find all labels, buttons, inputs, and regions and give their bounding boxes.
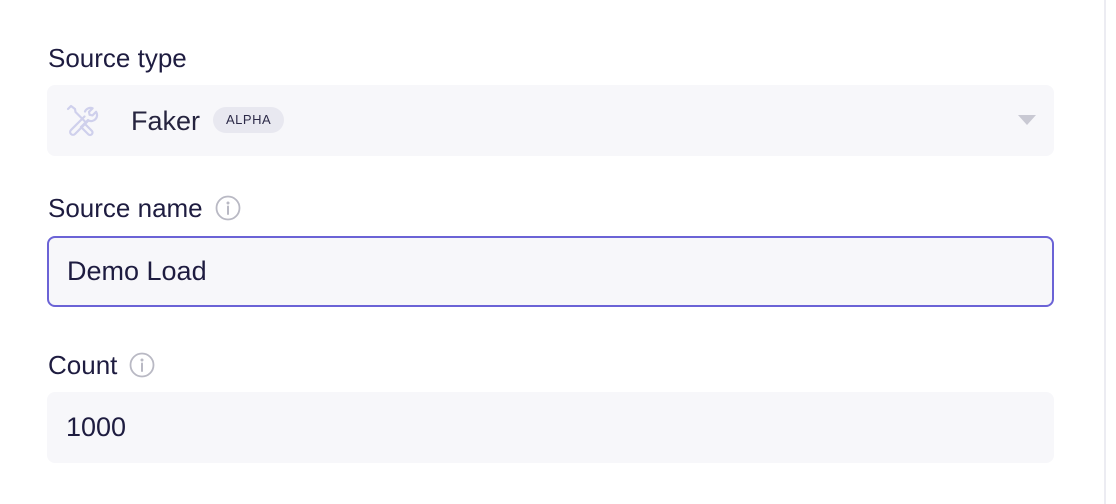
panel-divider <box>1104 0 1106 504</box>
count-label-text: Count <box>48 350 118 380</box>
source-name-input[interactable] <box>67 238 1027 305</box>
info-icon[interactable] <box>215 195 241 221</box>
count-label: Count <box>48 350 155 380</box>
chevron-down-icon[interactable] <box>1018 115 1036 125</box>
count-input[interactable] <box>66 392 1026 463</box>
source-type-value: Faker <box>131 106 201 136</box>
source-type-label-text: Source type <box>48 43 187 73</box>
source-name-label-text: Source name <box>48 193 203 223</box>
source-type-select[interactable]: Faker ALPHA <box>47 85 1054 156</box>
source-name-field[interactable] <box>47 236 1054 307</box>
count-field[interactable] <box>47 392 1054 463</box>
source-type-label: Source type <box>48 43 187 73</box>
info-icon[interactable] <box>129 352 155 378</box>
alpha-badge: ALPHA <box>213 107 285 133</box>
source-name-label: Source name <box>48 193 241 223</box>
tools-icon <box>64 103 100 139</box>
source-form: Source type Faker ALPHA Source name Demo… <box>0 0 1116 504</box>
